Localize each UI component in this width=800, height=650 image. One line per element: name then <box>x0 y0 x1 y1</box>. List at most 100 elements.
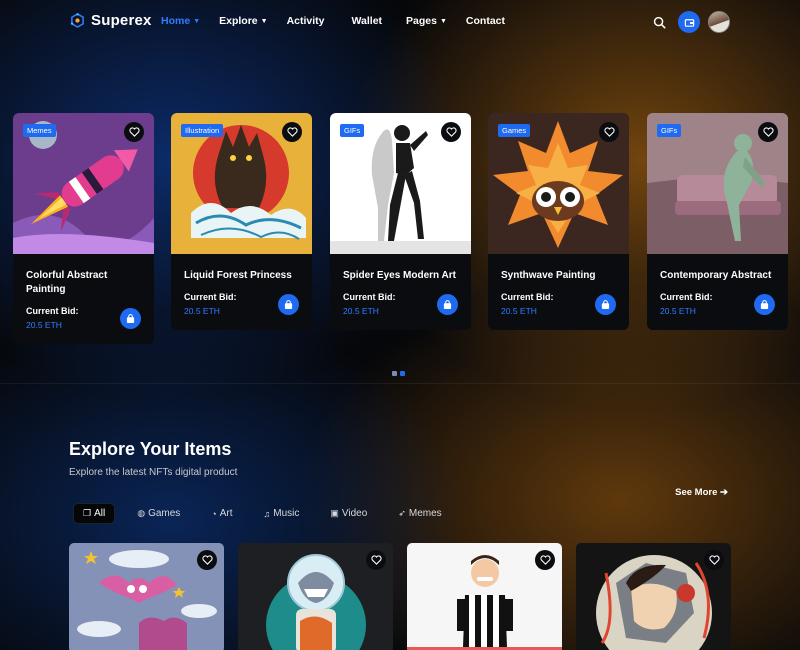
nav-activity-label: Activity <box>286 15 325 27</box>
rocket-icon: ➶ <box>398 508 406 518</box>
filter-label: Memes <box>408 508 442 519</box>
heart-icon <box>370 555 382 565</box>
favorite-button[interactable] <box>441 122 461 142</box>
filter-games[interactable]: ◍ Games <box>128 504 189 523</box>
search-icon <box>653 16 665 28</box>
gamepad-icon: ◍ <box>137 508 146 518</box>
search-button[interactable] <box>648 11 670 33</box>
category-tag: GIFs <box>657 124 682 137</box>
card-title: Synthwave Painting <box>501 270 596 281</box>
nft-card[interactable]: GIFs Spider Eyes Modern Art Current Bid:… <box>330 113 471 330</box>
buy-button[interactable] <box>278 294 299 315</box>
product-card[interactable] <box>407 543 562 650</box>
pagination-dot[interactable] <box>392 371 397 376</box>
card-title: Liquid Forest Princess <box>184 270 292 281</box>
chevron-down-icon: ▼ <box>439 17 447 25</box>
brand-logo[interactable]: Superex <box>70 12 152 29</box>
nft-image-owl: Games <box>488 113 629 254</box>
nav-home[interactable]: Home ▼ <box>161 15 200 27</box>
card-title: Spider Eyes Modern Art <box>343 270 456 281</box>
product-card[interactable] <box>69 543 224 650</box>
nav-activity[interactable]: Activity <box>287 15 325 27</box>
nav-contact-label: Contact <box>465 15 506 27</box>
heart-icon <box>708 555 720 565</box>
nav-pages-label: Pages <box>406 15 437 27</box>
buy-button[interactable] <box>595 294 616 315</box>
wallet-icon <box>684 18 694 27</box>
heart-icon <box>286 127 298 137</box>
nft-image-dancer: GIFs <box>330 113 471 254</box>
product-card[interactable] <box>238 543 393 650</box>
chevron-down-icon: ▼ <box>260 17 268 25</box>
favorite-button[interactable] <box>366 550 386 570</box>
arrow-right-icon: ➔ <box>720 487 728 498</box>
nft-image-monster: Illustration <box>171 113 312 254</box>
nav-wallet[interactable]: Wallet <box>352 15 383 27</box>
heart-icon <box>201 555 213 565</box>
heart-icon <box>762 127 774 137</box>
heart-icon <box>539 555 551 565</box>
shopping-bag-icon <box>443 299 452 309</box>
favorite-button[interactable] <box>197 550 217 570</box>
nft-image-figure: GIFs <box>647 113 788 254</box>
chevron-down-icon: ▼ <box>193 17 201 25</box>
nft-card[interactable]: GIFs Contemporary Abstract Current Bid: … <box>647 113 788 330</box>
heart-icon <box>603 127 615 137</box>
filter-label: Video <box>341 508 368 519</box>
category-tag: GIFs <box>340 124 365 137</box>
favorite-button[interactable] <box>282 122 302 142</box>
nft-card[interactable]: Illustration Liquid Forest Princess Curr… <box>171 113 312 330</box>
nav-explore[interactable]: Explore ▼ <box>219 15 267 27</box>
nav-explore-label: Explore <box>219 15 258 27</box>
nav-home-label: Home <box>161 15 191 27</box>
favorite-button[interactable] <box>535 550 555 570</box>
category-tag: Games <box>498 124 531 137</box>
nav-wallet-label: Wallet <box>351 15 383 27</box>
see-more-link[interactable]: See More ➔ <box>675 487 728 498</box>
nft-card[interactable]: Games Synthwave Painting Current Bid: 20… <box>488 113 629 330</box>
filter-label: Games <box>148 508 181 519</box>
music-icon: ♫ <box>263 508 271 519</box>
category-filters: ❐ All ◍ Games ◔ Art ♫ Music ▣ Video ➶ Memes <box>73 503 464 524</box>
nft-image-rocket: Memes <box>13 113 154 254</box>
pagination-dot-active[interactable] <box>400 371 405 376</box>
buy-button[interactable] <box>754 294 775 315</box>
favorite-button[interactable] <box>758 122 778 142</box>
nav-pages[interactable]: Pages ▼ <box>406 15 447 27</box>
see-more-label: See More <box>675 487 718 498</box>
nav-contact[interactable]: Contact <box>466 15 505 27</box>
product-card[interactable] <box>576 543 731 650</box>
carousel-pagination <box>392 371 405 376</box>
shopping-bag-icon <box>284 299 293 309</box>
filter-label: Music <box>273 508 300 519</box>
filter-memes[interactable]: ➶ Memes <box>389 504 450 523</box>
heart-icon <box>128 127 140 137</box>
favorite-button[interactable] <box>599 122 619 142</box>
filter-video[interactable]: ▣ Video <box>321 504 376 523</box>
main-nav: Home ▼ Explore ▼ Activity Wallet Pages ▼ Co… <box>161 15 524 27</box>
shopping-bag-icon <box>760 299 769 309</box>
section-title: Explore Your Items <box>69 439 232 459</box>
filter-music[interactable]: ♫ Music <box>255 504 309 523</box>
card-title: Contemporary Abstract <box>660 270 772 281</box>
palette-icon: ◔ <box>211 508 217 519</box>
card-title: Colorful Abstract Painting <box>26 270 108 295</box>
brand-name: Superex <box>91 12 152 29</box>
header: Superex Home ▼ Explore ▼ Activity Wallet P… <box>0 0 800 44</box>
heart-icon <box>445 127 457 137</box>
shopping-bag-icon <box>601 299 610 309</box>
buy-button[interactable] <box>437 294 458 315</box>
nft-card[interactable]: Memes Colorful Abstract Painting Current… <box>13 113 154 344</box>
favorite-button[interactable] <box>704 550 724 570</box>
wallet-button[interactable] <box>678 11 700 33</box>
user-avatar[interactable] <box>708 11 730 33</box>
shopping-bag-icon <box>126 313 135 323</box>
filter-art[interactable]: ◔ Art <box>202 504 241 523</box>
buy-button[interactable] <box>120 308 141 329</box>
filter-label: All <box>94 508 106 519</box>
category-tag: Memes <box>23 124 56 137</box>
favorite-button[interactable] <box>124 122 144 142</box>
filter-all[interactable]: ❐ All <box>73 503 116 524</box>
video-icon: ▣ <box>330 508 339 518</box>
logo-icon <box>70 13 84 28</box>
